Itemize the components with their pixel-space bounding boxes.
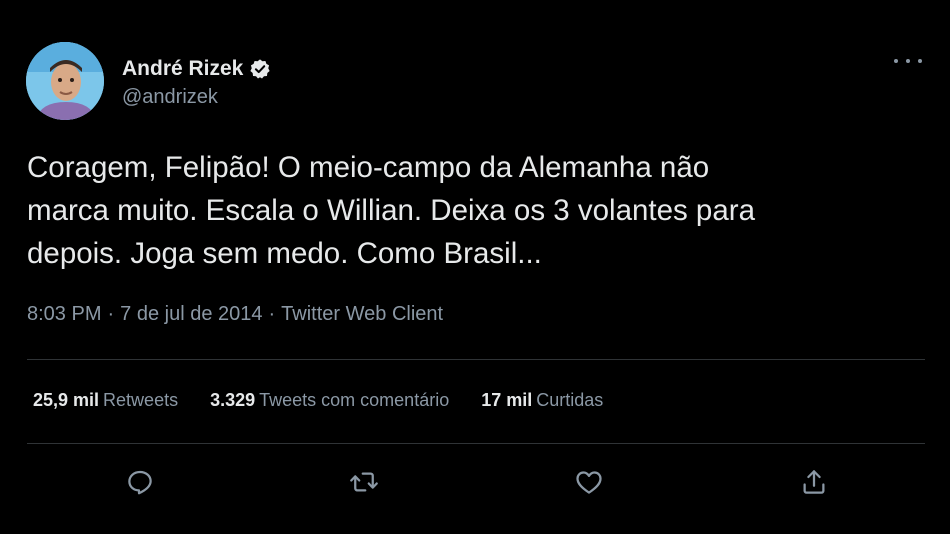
divider [27, 359, 925, 360]
reply-button[interactable] [120, 462, 160, 502]
user-handle[interactable]: @andrizek [122, 86, 271, 109]
avatar-image [26, 42, 104, 120]
meta-separator: · [107, 303, 115, 325]
tweet-stats: 25,9 mil Retweets 3.329 Tweets com comen… [33, 390, 635, 411]
meta-separator: · [268, 303, 276, 325]
likes-count: 17 mil [481, 390, 533, 410]
like-icon [576, 471, 602, 494]
tweet-time[interactable]: 8:03 PM [27, 303, 101, 326]
likes-label: Curtidas [536, 390, 604, 410]
share-icon [803, 470, 825, 494]
dot [918, 59, 922, 63]
reply-icon [128, 470, 152, 495]
action-bar [0, 462, 950, 502]
tweet-meta: 8:03 PM · 7 de jul de 2014 · Twitter Web… [27, 303, 443, 326]
more-options-icon[interactable] [894, 50, 922, 72]
retweets-label: Retweets [103, 390, 179, 410]
verified-badge-icon [250, 58, 270, 78]
dot [906, 59, 910, 63]
tweet-client[interactable]: Twitter Web Client [281, 303, 443, 326]
tweet-header: André Rizek @andrizek [26, 42, 271, 120]
likes-stat[interactable]: 17 mil Curtidas [481, 390, 603, 411]
tweet-text: Coragem, Felipão! O meio-campo da Aleman… [27, 151, 755, 270]
retweet-button[interactable] [344, 462, 384, 502]
quotes-label: Tweets com comentário [259, 390, 450, 410]
avatar[interactable] [26, 42, 104, 120]
tweet-card: André Rizek @andrizek Coragem, Felipão! … [0, 0, 950, 534]
retweet-icon [350, 472, 378, 492]
retweets-count: 25,9 mil [33, 390, 100, 410]
divider [27, 443, 925, 444]
retweets-stat[interactable]: 25,9 mil Retweets [33, 390, 178, 411]
dot [894, 59, 898, 63]
tweet-date[interactable]: 7 de jul de 2014 [120, 303, 262, 326]
display-name[interactable]: André Rizek [122, 57, 243, 81]
quotes-count: 3.329 [210, 390, 256, 410]
share-button[interactable] [794, 462, 834, 502]
display-name-row: André Rizek [122, 54, 271, 84]
author-names: André Rizek @andrizek [122, 54, 271, 109]
quotes-stat[interactable]: 3.329 Tweets com comentário [210, 390, 449, 411]
like-button[interactable] [569, 462, 609, 502]
